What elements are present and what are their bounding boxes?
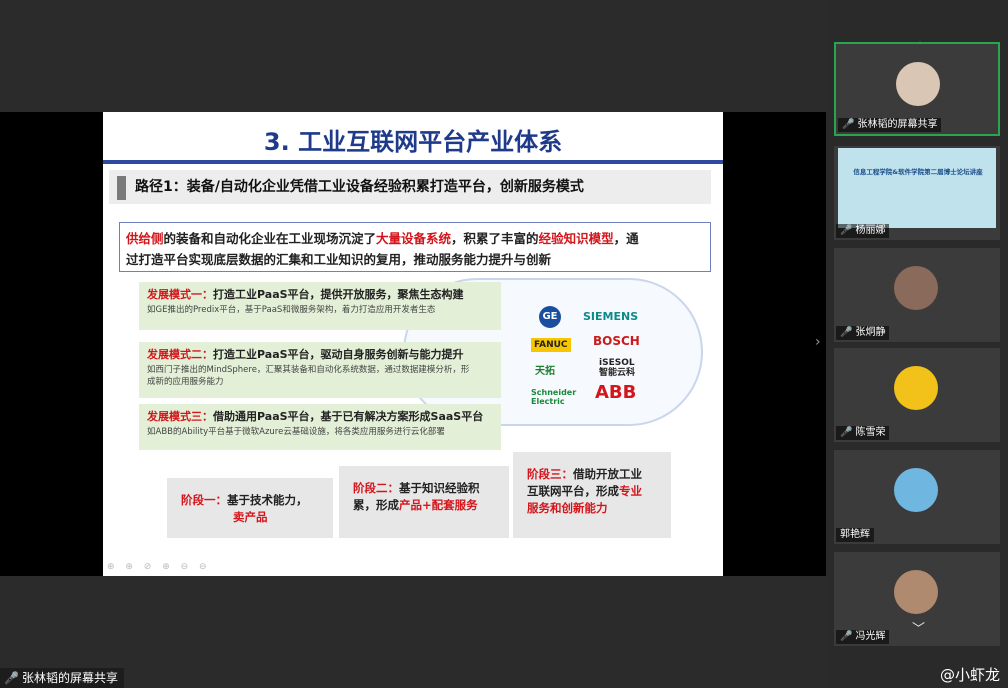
abb-logo: ABB — [595, 382, 637, 403]
mode-description: 如ABB的Ability平台基于微软Azure云基础设施，将各类应用服务进行云化… — [147, 427, 445, 437]
title-underline — [103, 160, 723, 164]
stage-label: 阶段二： — [353, 481, 399, 495]
mode-heading: 借助通用PaaS平台，基于已有解决方案形成SaaS平台 — [213, 410, 484, 423]
mic-icon: 🎤 — [840, 225, 853, 236]
participant-sidebar: ︿ 🎤 张林韬的屏幕共享 信息工程学院&软件学院第二届博士论坛讲座 🎤 杨丽娜 🎤 张… — [826, 0, 1008, 688]
schneider-name: Schneider — [531, 388, 577, 397]
presentation-slide: 3. 工业互联网平台产业体系 路径1：装备/自动化企业凭借工业设备经验积累打造平… — [103, 112, 723, 576]
avatar — [894, 266, 938, 310]
stage-line: 基于知识经验积 — [399, 481, 480, 495]
supply-side-box: 供给侧的装备和自动化企业在工业现场沉淀了大量设备系统，积累了丰富的经验知识模型，… — [119, 222, 711, 272]
participant-name: 🎤 陈雪荣 — [836, 426, 890, 440]
participant-tile[interactable]: 郭艳辉 — [834, 450, 1000, 544]
mode-label: 发展模式一： — [147, 288, 213, 301]
participant-tile[interactable]: 🎤 张林韬的屏幕共享 — [834, 42, 1000, 136]
avatar — [894, 468, 938, 512]
isesol-name: iSESOL — [599, 358, 635, 368]
route-banner: 路径1：装备/自动化企业凭借工业设备经验积累打造平台，创新服务模式 — [109, 170, 711, 204]
thumbnail-title: 信息工程学院&软件学院第二届博士论坛讲座 — [853, 168, 983, 176]
isesol-subname: 智能云科 — [599, 368, 636, 378]
mode-label: 发展模式二： — [147, 348, 213, 361]
supply-highlight: 供给侧 — [126, 231, 164, 246]
screen-thumbnail: 信息工程学院&软件学院第二届博士论坛讲座 — [838, 148, 996, 228]
stage-line: 基于技术能力， — [227, 493, 308, 507]
mic-icon: 🎤 — [840, 631, 853, 642]
participant-name-text: 冯光辉 — [855, 631, 886, 642]
stage-label: 阶段三： — [527, 467, 573, 481]
stage-line: 借助开放工业 — [573, 467, 642, 481]
stage-3: 阶段三：借助开放工业互联网平台，形成专业 服务和创新能力 — [513, 452, 671, 538]
watermark-handle: @小虾龙 — [940, 666, 1001, 684]
avatar — [894, 570, 938, 614]
slide-title: 3. 工业互联网平台产业体系 — [263, 128, 563, 156]
mic-icon: 🎤 — [840, 427, 853, 438]
supply-highlight: 大量设备系统 — [376, 231, 452, 246]
bosch-logo: BOSCH — [593, 334, 640, 348]
participant-name-text: 张炯静 — [855, 327, 886, 338]
stage-label: 阶段一： — [181, 493, 227, 507]
mode-heading: 打造工业PaaS平台，提供开放服务，聚焦生态构建 — [213, 288, 464, 301]
mode-title: 发展模式三：借助通用PaaS平台，基于已有解决方案形成SaaS平台 — [147, 408, 483, 424]
participant-name: 🎤 张林韬的屏幕共享 — [838, 118, 942, 132]
participant-tile[interactable]: 🎤 张炯静 — [834, 248, 1000, 342]
tianfang-logo: 天拓 — [535, 366, 555, 377]
route-marker — [117, 176, 126, 200]
mode-title: 发展模式二：打造工业PaaS平台，驱动自身服务创新与能力提升 — [147, 346, 464, 362]
route-text: 路径1：装备/自动化企业凭借工业设备经验积累打造平台，创新服务模式 — [135, 179, 584, 195]
participant-name-text: 张林韬的屏幕共享 — [857, 119, 938, 130]
participant-tile[interactable]: 信息工程学院&软件学院第二届博士论坛讲座 🎤 杨丽娜 — [834, 146, 1000, 240]
schneider-subname: Electric — [531, 397, 565, 406]
participant-name-text: 郭艳辉 — [840, 529, 870, 540]
slide-toolbar[interactable]: ⊕ ⊕ ⊘ ⊕ ⊖ ⊖ — [107, 562, 211, 572]
stage-text: 阶段三：借助开放工业互联网平台，形成专业 服务和创新能力 — [527, 466, 642, 517]
ge-logo: GE — [539, 306, 561, 328]
stage-1: 阶段一：基于技术能力， 卖产品 — [167, 478, 333, 538]
development-mode-2: 发展模式二：打造工业PaaS平台，驱动自身服务创新与能力提升 如西门子推出的Mi… — [139, 342, 501, 398]
supply-highlight: 经验知识模型 — [538, 231, 614, 246]
stage-2: 阶段二：基于知识经验积 累，形成产品+配套服务 — [339, 466, 509, 538]
participant-name: 郭艳辉 — [836, 528, 874, 542]
avatar — [896, 62, 940, 106]
mode-title: 发展模式一：打造工业PaaS平台，提供开放服务，聚焦生态构建 — [147, 286, 464, 302]
mode-description: 如西门子推出的MindSphere，汇聚其装备和自动化系统数据，通过数据建模分析… — [147, 365, 470, 387]
supply-line-2: 过打造平台实现底层数据的汇集和工业知识的复用，推动服务能力提升与创新 — [126, 252, 552, 267]
participant-tile[interactable]: 🎤 陈雪荣 — [834, 348, 1000, 442]
mic-icon: 🎤 — [842, 119, 855, 130]
stage-text: 阶段一：基于技术能力， 卖产品 — [181, 492, 308, 526]
participant-name-text: 杨丽娜 — [855, 225, 886, 236]
mode-label: 发展模式三： — [147, 410, 213, 423]
mode-description: 如GE推出的Predix平台，基于PaaS和微服务架构，着力打造应用开发者生态 — [147, 305, 436, 315]
stage-highlight: 专业 — [619, 484, 642, 498]
participant-name: 🎤 冯光辉 — [836, 630, 890, 644]
supply-line-1: 供给侧的装备和自动化企业在工业现场沉淀了大量设备系统，积累了丰富的经验知识模型，… — [126, 228, 639, 247]
stage-line: 互联网平台，形成 — [527, 484, 619, 498]
stage-highlight: 卖产品 — [233, 510, 268, 524]
fanuc-logo: FANUC — [531, 338, 571, 352]
stage-line: 累，形成 — [353, 498, 399, 512]
mic-icon: 🎤 — [4, 671, 19, 685]
stage-highlight: 产品+配套服务 — [399, 498, 478, 512]
stage-highlight: 服务和创新能力 — [527, 501, 608, 515]
supply-text: ，通 — [613, 231, 639, 246]
development-mode-1: 发展模式一：打造工业PaaS平台，提供开放服务，聚焦生态构建 如GE推出的Pre… — [139, 282, 501, 330]
participant-name-text: 陈雪荣 — [855, 427, 886, 438]
schneider-logo: Schneider Electric — [531, 388, 576, 406]
participant-name: 🎤 张炯静 — [836, 326, 890, 340]
share-label-text: 张林韬的屏幕共享 — [21, 671, 118, 685]
shared-screen-area: 3. 工业互联网平台产业体系 路径1：装备/自动化企业凭借工业设备经验积累打造平… — [0, 0, 826, 688]
chevron-down-icon[interactable]: ﹀ — [912, 618, 925, 637]
chevron-right-icon[interactable]: › — [815, 334, 821, 350]
stage-text: 阶段二：基于知识经验积 累，形成产品+配套服务 — [353, 480, 480, 514]
mode-heading: 打造工业PaaS平台，驱动自身服务创新与能力提升 — [213, 348, 464, 361]
supply-text: ，积累了丰富的 — [451, 231, 539, 246]
screen-share-label: 🎤 张林韬的屏幕共享 — [0, 668, 124, 688]
participant-name: 🎤 杨丽娜 — [836, 224, 890, 238]
siemens-logo: SIEMENS — [583, 310, 639, 323]
development-mode-3: 发展模式三：借助通用PaaS平台，基于已有解决方案形成SaaS平台 如ABB的A… — [139, 404, 501, 450]
mic-icon: 🎤 — [840, 327, 853, 338]
avatar — [894, 366, 938, 410]
supply-text: 的装备和自动化企业在工业现场沉淀了 — [163, 231, 377, 246]
isesol-logo: iSESOL 智能云科 — [599, 358, 635, 378]
